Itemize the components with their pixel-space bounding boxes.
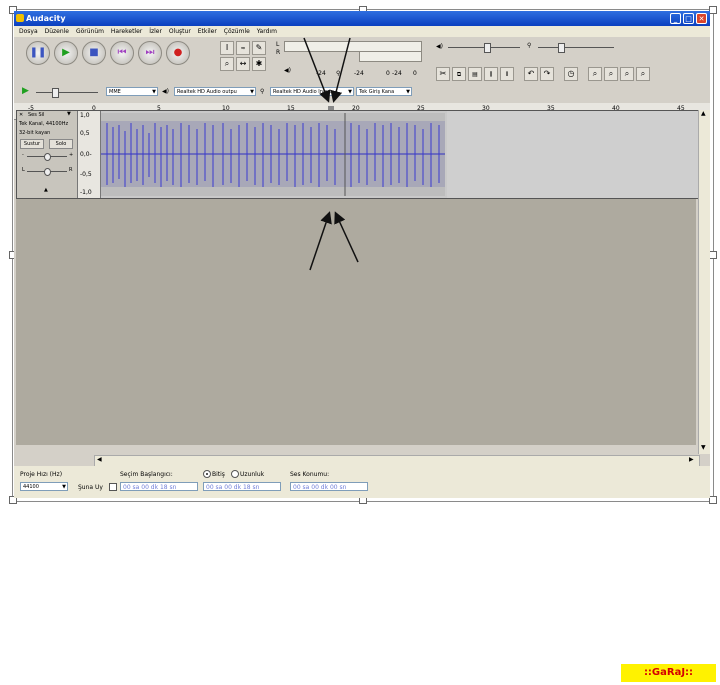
arrow-bottom-right — [334, 211, 359, 263]
arrow-top-left — [303, 37, 331, 103]
annotation-arrows — [303, 37, 359, 271]
arrow-top-right — [330, 37, 351, 103]
garaj-watermark: ::GaRaJ:: — [621, 664, 716, 682]
arrow-bottom-left — [309, 211, 332, 271]
